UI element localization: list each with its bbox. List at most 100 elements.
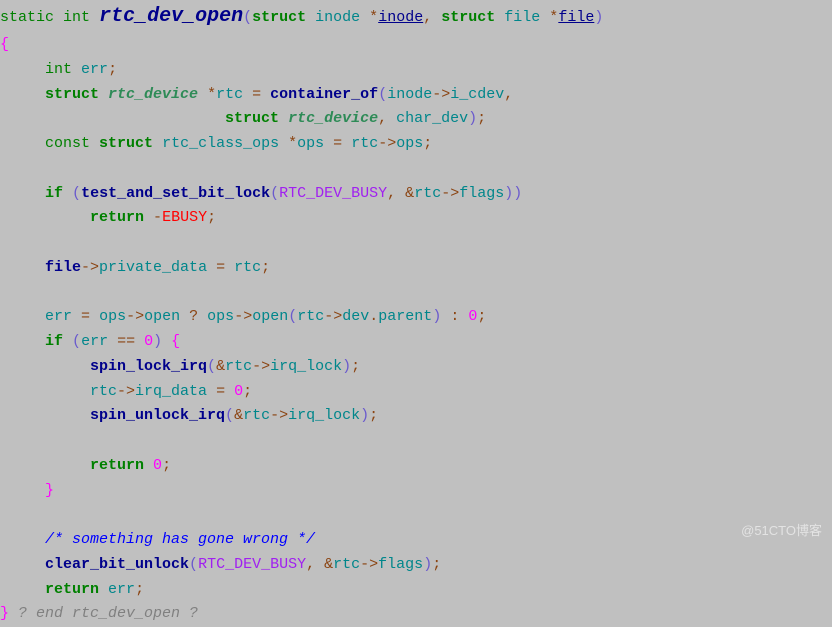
kw-if: if xyxy=(45,333,63,350)
var-rtc: rtc xyxy=(234,259,261,276)
rparen: ) xyxy=(468,110,477,127)
op-dot: . xyxy=(369,308,378,325)
op-arrow: -> xyxy=(324,308,342,325)
op-arrow: -> xyxy=(126,308,144,325)
kw-struct: struct xyxy=(45,86,99,103)
var-rtc: rtc xyxy=(414,185,441,202)
op-semi: ; xyxy=(423,135,432,152)
op-semi: ; xyxy=(135,581,144,598)
mem-irq-lock: irq_lock xyxy=(270,358,342,375)
type-rtc-class-ops: rtc_class_ops xyxy=(162,135,279,152)
kw-int: int xyxy=(63,9,90,26)
op-arrow: -> xyxy=(360,556,378,573)
lparen: ( xyxy=(270,185,279,202)
watermark: @51CTO博客 xyxy=(741,520,822,541)
var-ops: ops xyxy=(99,308,126,325)
var-err: err xyxy=(81,333,108,350)
op-semi: ; xyxy=(351,358,360,375)
var-file: file xyxy=(45,259,81,276)
op-colon: : xyxy=(450,308,459,325)
kw-int: int xyxy=(45,61,72,78)
fn-spin-unlock-irq: spin_unlock_irq xyxy=(90,407,225,424)
code-block: static int rtc_dev_open(struct inode *in… xyxy=(0,0,832,627)
lparen: ( xyxy=(225,407,234,424)
rparen: ) xyxy=(423,556,432,573)
rparen: ) xyxy=(504,185,513,202)
err-ebusy: EBUSY xyxy=(162,209,207,226)
op-eq: = xyxy=(252,86,261,103)
op-eqeq: == xyxy=(117,333,135,350)
kw-struct: struct xyxy=(252,9,306,26)
op-eq: = xyxy=(81,308,90,325)
op-semi: ; xyxy=(162,457,171,474)
var-rtc: rtc xyxy=(216,86,243,103)
rparen: ) xyxy=(153,333,162,350)
op-amp: & xyxy=(405,185,414,202)
kw-struct: struct xyxy=(441,9,495,26)
brace-close: } xyxy=(0,605,9,622)
fn-open: open xyxy=(252,308,288,325)
mem-ops: ops xyxy=(396,135,423,152)
kw-return: return xyxy=(90,209,144,226)
lit-zero: 0 xyxy=(144,333,153,350)
brace-close: } xyxy=(45,482,54,499)
mem-open: open xyxy=(144,308,180,325)
op-semi: ; xyxy=(261,259,270,276)
type-inode: inode xyxy=(315,9,360,26)
op-semi: ; xyxy=(477,308,486,325)
var-inode: inode xyxy=(387,86,432,103)
var-ops: ops xyxy=(297,135,324,152)
kw-static: static xyxy=(0,9,54,26)
op-amp: & xyxy=(234,407,243,424)
lparen: ( xyxy=(243,9,252,26)
var-rtc: rtc xyxy=(351,135,378,152)
op-star: * xyxy=(288,135,297,152)
var-err: err xyxy=(81,61,108,78)
op-comma: , xyxy=(378,110,387,127)
op-star: * xyxy=(549,9,558,26)
kw-struct: struct xyxy=(99,135,153,152)
type-file: file xyxy=(504,9,540,26)
lit-zero: 0 xyxy=(153,457,162,474)
op-semi: ; xyxy=(243,383,252,400)
end-comment: ? end rtc_dev_open ? xyxy=(18,605,198,622)
op-semi: ; xyxy=(108,61,117,78)
param-file: file xyxy=(558,9,594,26)
rparen: ) xyxy=(342,358,351,375)
mem-flags: flags xyxy=(378,556,423,573)
type-rtc-device: rtc_device xyxy=(108,86,198,103)
var-err: err xyxy=(108,581,135,598)
op-arrow: -> xyxy=(234,308,252,325)
kw-if: if xyxy=(45,185,63,202)
op-semi: ; xyxy=(369,407,378,424)
op-arrow: -> xyxy=(252,358,270,375)
op-amp: & xyxy=(324,556,333,573)
var-rtc: rtc xyxy=(243,407,270,424)
op-arrow: -> xyxy=(270,407,288,424)
fn-clear-bit-unlock: clear_bit_unlock xyxy=(45,556,189,573)
var-rtc: rtc xyxy=(297,308,324,325)
kw-return: return xyxy=(45,581,99,598)
op-semi: ; xyxy=(432,556,441,573)
op-amp: & xyxy=(216,358,225,375)
lparen: ( xyxy=(288,308,297,325)
op-comma: , xyxy=(387,185,396,202)
rparen: ) xyxy=(594,9,603,26)
rparen: ) xyxy=(360,407,369,424)
lparen: ( xyxy=(72,185,81,202)
var-rtc: rtc xyxy=(225,358,252,375)
op-star: * xyxy=(369,9,378,26)
comment-wrong: /* something has gone wrong */ xyxy=(45,531,315,548)
op-arrow: -> xyxy=(378,135,396,152)
var-ops: ops xyxy=(207,308,234,325)
op-arrow: -> xyxy=(117,383,135,400)
fn-test-and-set-bit-lock: test_and_set_bit_lock xyxy=(81,185,270,202)
op-eq: = xyxy=(333,135,342,152)
macro-rtc-dev-busy: RTC_DEV_BUSY xyxy=(198,556,306,573)
op-eq: = xyxy=(216,259,225,276)
op-semi: ; xyxy=(207,209,216,226)
op-eq: = xyxy=(216,383,225,400)
kw-const: const xyxy=(45,135,90,152)
op-comma: , xyxy=(504,86,513,103)
op-arrow: -> xyxy=(432,86,450,103)
